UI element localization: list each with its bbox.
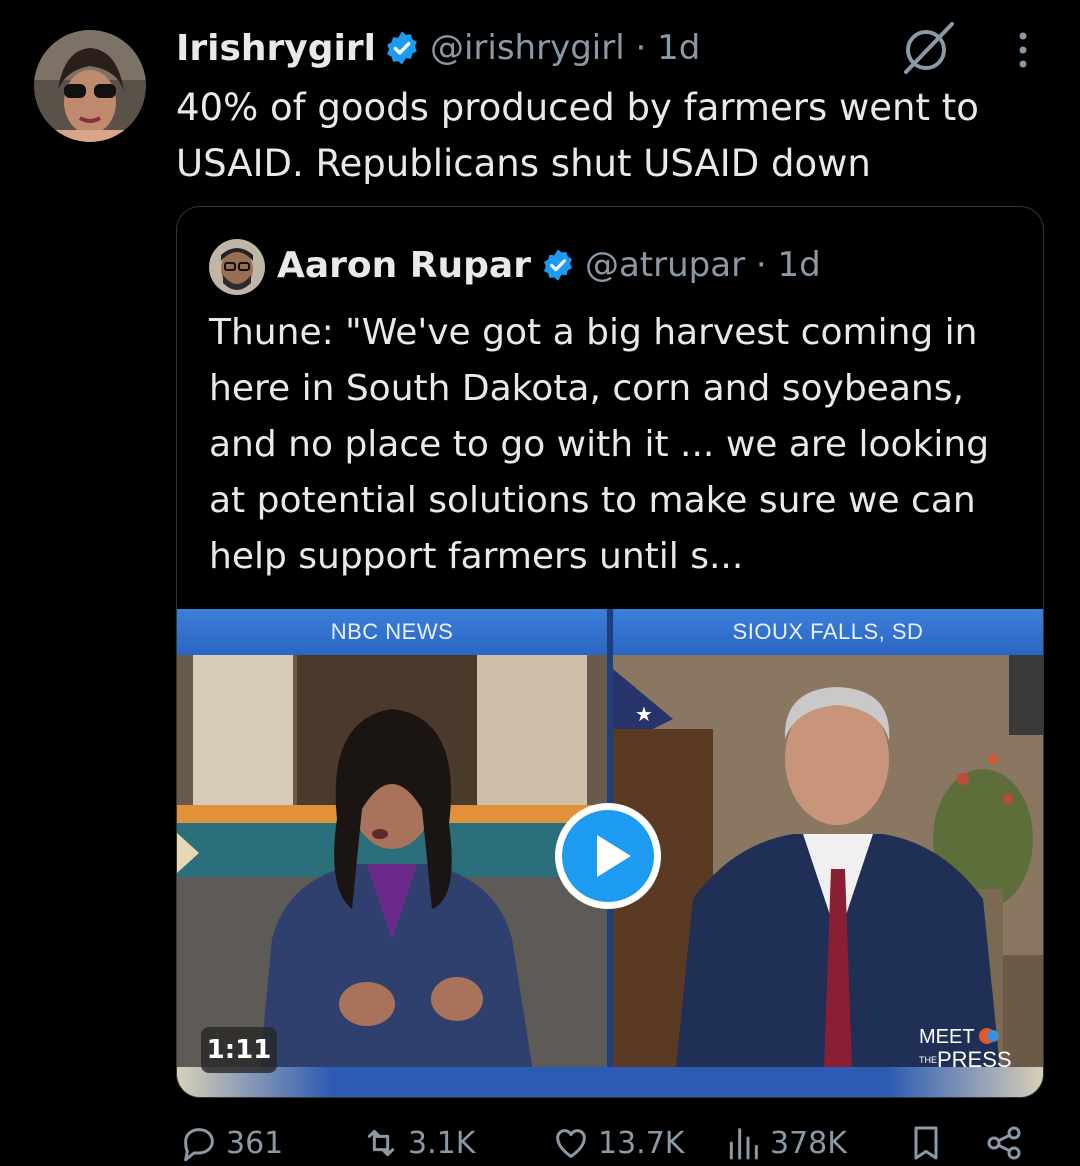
- video-duration: 1:11: [201, 1027, 277, 1073]
- svg-text:THE: THE: [919, 1055, 937, 1065]
- reply-button[interactable]: 361: [176, 1120, 283, 1166]
- author-name[interactable]: Irishrygirl: [176, 28, 376, 69]
- reply-count: 361: [226, 1125, 284, 1161]
- video-left-panel: NBC NEWS: [177, 609, 607, 1097]
- like-button[interactable]: 13.7K: [548, 1120, 684, 1166]
- play-icon[interactable]: [553, 801, 663, 911]
- verified-badge-icon: [387, 31, 417, 65]
- tweet-text: 40% of goods produced by farmers went to…: [176, 86, 979, 185]
- svg-text:★: ★: [635, 702, 653, 726]
- views-button[interactable]: 378K: [720, 1120, 847, 1166]
- repost-count: 3.1K: [408, 1125, 476, 1161]
- quoted-author-avatar[interactable]: [209, 239, 265, 295]
- video-bottom-strip: [177, 1067, 1043, 1097]
- reply-icon: [184, 1128, 214, 1162]
- right-banner: SIOUX FALLS, SD: [613, 609, 1043, 655]
- svg-text:MEET: MEET: [919, 1026, 975, 1048]
- tweet-header: Irishrygirl @irishrygirl · 1d: [176, 22, 700, 74]
- views-icon: [729, 1128, 758, 1160]
- quoted-tweet-header: Aaron Rupar @atrupar · 1d: [277, 237, 821, 293]
- more-options-icon[interactable]: [1008, 30, 1038, 70]
- quoted-tweet-card[interactable]: Aaron Rupar @atrupar · 1d Thune: "We've …: [176, 206, 1044, 1098]
- author-avatar[interactable]: [34, 30, 146, 142]
- repost-button[interactable]: 3.1K: [358, 1120, 475, 1166]
- bookmark-button[interactable]: [906, 1120, 950, 1166]
- left-banner: NBC NEWS: [177, 609, 607, 655]
- quoted-author-handle-time[interactable]: @atrupar · 1d: [585, 245, 821, 285]
- like-icon: [556, 1129, 586, 1158]
- views-count: 378K: [770, 1125, 847, 1161]
- quoted-author-name[interactable]: Aaron Rupar: [277, 245, 531, 286]
- repost-icon: [367, 1129, 395, 1157]
- meet-the-press-logo: MEET THE PRESS: [919, 1026, 1012, 1072]
- quoted-tweet-text: Thune: "We've got a big harvest coming i…: [209, 312, 990, 577]
- svg-text:PRESS: PRESS: [937, 1047, 1012, 1072]
- share-button[interactable]: [984, 1120, 1028, 1166]
- share-icon: [987, 1126, 1021, 1160]
- like-count: 13.7K: [598, 1125, 685, 1161]
- bookmark-icon: [914, 1126, 938, 1160]
- verified-badge-icon: [543, 249, 572, 281]
- author-handle-time[interactable]: @irishrygirl · 1d: [430, 28, 700, 68]
- grok-icon[interactable]: [898, 20, 958, 76]
